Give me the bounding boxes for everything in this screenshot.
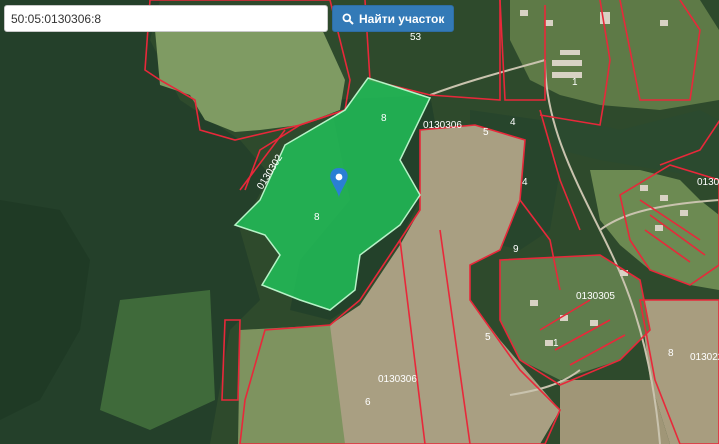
search-button-label: Найти участок [359, 11, 445, 26]
quarter-label: 013022 [690, 352, 719, 363]
search-icon [342, 13, 354, 25]
search-bar: Найти участок [4, 5, 455, 32]
map-canvas[interactable]: 8 8 53 1 4 4 5 9 5 6 8 1 0130306 0130302… [0, 0, 719, 444]
parcel-label: 53 [410, 32, 422, 43]
parcel-label: 5 [485, 332, 491, 343]
quarter-label: 0130306 [697, 177, 719, 188]
parcel-label: 4 [522, 177, 528, 188]
parcel-label: 9 [513, 244, 519, 255]
parcel-label: 6 [365, 397, 371, 408]
parcel-label: 8 [668, 348, 674, 359]
quarter-label: 0130305 [576, 291, 615, 302]
search-input[interactable] [4, 5, 328, 32]
quarter-label: 0130306 [378, 374, 417, 385]
parcel-label: 1 [572, 77, 578, 88]
quarter-label: 0130306 [423, 120, 462, 131]
parcel-label: 5 [483, 127, 489, 138]
parcel-label: 4 [510, 117, 516, 128]
parcel-label: 8 [314, 212, 320, 223]
parcel-label: 8 [381, 113, 387, 124]
parcel-label: 1 [553, 338, 559, 349]
search-button[interactable]: Найти участок [332, 5, 455, 32]
